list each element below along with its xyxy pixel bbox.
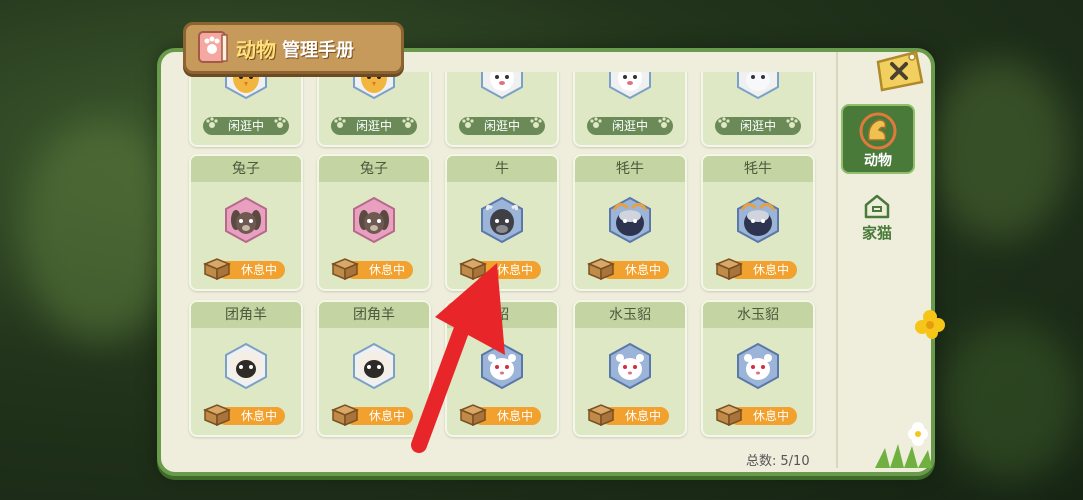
crate-icon: [459, 404, 487, 426]
crate-icon: [715, 258, 743, 280]
total-label: 总数:: [746, 454, 777, 469]
animal-card[interactable]: 兔子 休息中: [317, 154, 431, 291]
paw-icon: [274, 117, 286, 128]
animal-card[interactable]: 团角羊 休息中: [317, 300, 431, 437]
animal-card[interactable]: 闲逛中: [701, 72, 815, 147]
total-count: 总数: 5/10: [746, 450, 810, 469]
animal-card[interactable]: 闲逛中: [189, 72, 303, 147]
animal-name: 牛: [447, 156, 557, 182]
sheep-avatar-icon: [350, 342, 398, 390]
squirrel-icon: [859, 112, 897, 150]
paw-icon: [590, 117, 602, 128]
animal-name: 兔子: [319, 156, 429, 182]
title-plaque: 动物 管理手册: [183, 22, 404, 74]
animal-name: 团角羊: [319, 302, 429, 328]
tab-cats[interactable]: 家猫: [849, 192, 905, 248]
animal-name: 貂: [447, 302, 557, 328]
paw-icon: [462, 117, 474, 128]
book-paw-icon: [198, 31, 228, 63]
paw-icon: [206, 117, 218, 128]
animal-card[interactable]: 牛休息中: [445, 154, 559, 291]
animal-card[interactable]: 貂休息中: [445, 300, 559, 437]
side-divider: [836, 52, 838, 468]
animal-card[interactable]: 闲逛中: [317, 72, 431, 147]
animal-name: 水玉貂: [703, 302, 813, 328]
cow-avatar-icon: [478, 196, 526, 244]
yak-avatar-icon: [734, 196, 782, 244]
animal-manual-panel: 闲逛中 闲逛中 闲逛中 闲逛中 闲逛中 兔子 休息中 兔子 休息中牛休息中 牦牛 休息中 牦牛 休息中团…: [157, 48, 935, 476]
animal-name: 团角羊: [191, 302, 301, 328]
background-foliage: [930, 60, 1070, 240]
paw-icon: [786, 117, 798, 128]
sheep-avatar-icon: [222, 342, 270, 390]
crate-icon: [587, 404, 615, 426]
rooster-avatar-icon: [350, 72, 398, 100]
animal-card[interactable]: 牦牛 休息中: [573, 154, 687, 291]
ermine-avatar-icon: [478, 342, 526, 390]
animal-card[interactable]: 水玉貂 休息中: [573, 300, 687, 437]
paw-icon: [530, 117, 542, 128]
animal-name: 牦牛: [703, 156, 813, 182]
tab-animals[interactable]: 动物: [841, 104, 915, 174]
background-foliage: [940, 320, 1080, 480]
animal-card[interactable]: 闲逛中: [445, 72, 559, 147]
ermine-avatar-icon: [606, 342, 654, 390]
background-foliage: [20, 120, 180, 340]
crate-icon: [587, 258, 615, 280]
rabbit-avatar-icon: [222, 196, 270, 244]
yak-avatar-icon: [606, 196, 654, 244]
animal-name: 兔子: [191, 156, 301, 182]
crate-icon: [459, 258, 487, 280]
close-icon[interactable]: [872, 48, 926, 94]
arctic-fox-avatar-icon: [734, 72, 782, 100]
house-icon: [864, 194, 890, 219]
grass-flower-icon: [875, 422, 932, 468]
rabbit-avatar-icon: [350, 196, 398, 244]
yellow-flower-icon: [915, 310, 945, 339]
animal-card[interactable]: 牦牛 休息中: [701, 154, 815, 291]
total-value: 5/10: [780, 454, 810, 469]
animal-card[interactable]: 团角羊 休息中: [189, 300, 303, 437]
rooster-avatar-icon: [222, 72, 270, 100]
crate-icon: [203, 404, 231, 426]
animal-card[interactable]: 兔子 休息中: [189, 154, 303, 291]
paw-icon: [658, 117, 670, 128]
crate-icon: [715, 404, 743, 426]
animal-card[interactable]: 水玉貂 休息中: [701, 300, 815, 437]
paw-icon: [718, 117, 730, 128]
goat-avatar-icon: [478, 72, 526, 100]
animal-grid[interactable]: 闲逛中 闲逛中 闲逛中 闲逛中 闲逛中 兔子 休息中 兔子 休息中牛休息中 牦牛 休息中 牦牛 休息中团…: [175, 72, 825, 440]
animal-name: 水玉貂: [575, 302, 685, 328]
crate-icon: [203, 258, 231, 280]
tab-cats-label: 家猫: [861, 224, 892, 242]
tab-animals-label: 动物: [864, 153, 892, 169]
animal-card[interactable]: 闲逛中: [573, 72, 687, 147]
paw-icon: [334, 117, 346, 128]
animal-name: 牦牛: [575, 156, 685, 182]
title-main: 动物: [236, 38, 276, 62]
ermine-avatar-icon: [734, 342, 782, 390]
title-sub: 管理手册: [282, 40, 354, 61]
panda-goat-avatar-icon: [606, 72, 654, 100]
crate-icon: [331, 258, 359, 280]
paw-icon: [402, 117, 414, 128]
crate-icon: [331, 404, 359, 426]
